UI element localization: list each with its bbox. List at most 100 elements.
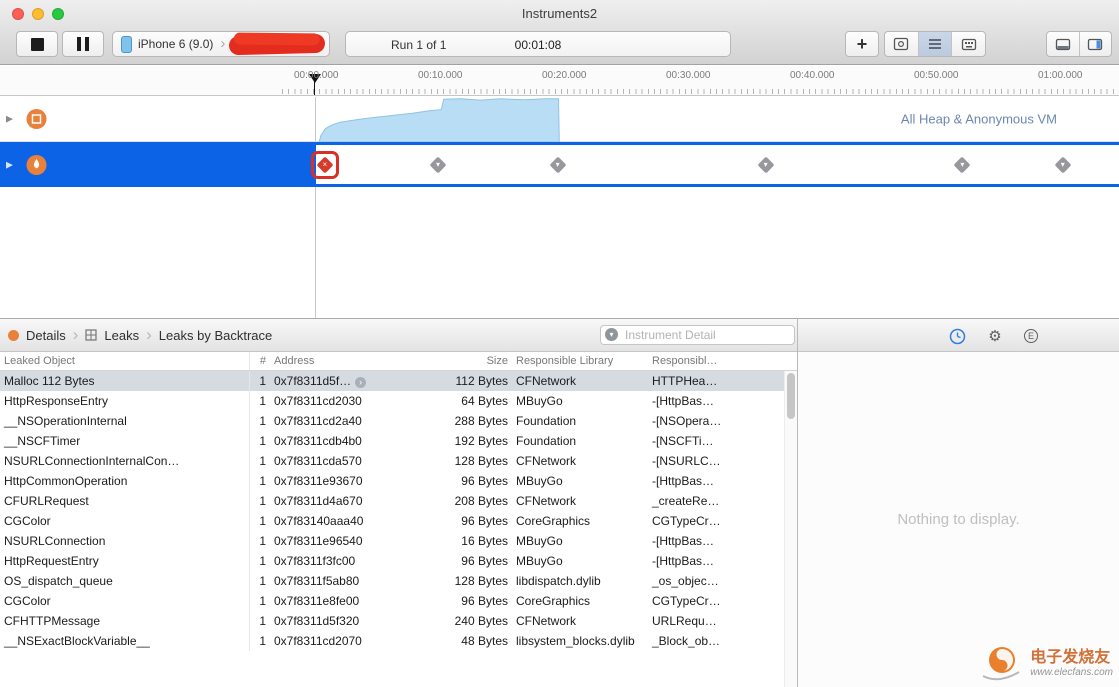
list-view-button[interactable]: [918, 32, 952, 56]
target-device-selector[interactable]: iPhone 6 (9.0) ›: [112, 31, 330, 57]
table-cell: Malloc 112 Bytes: [0, 371, 250, 391]
pause-button[interactable]: [62, 31, 104, 57]
table-cell: libsystem_blocks.dylib: [512, 631, 648, 651]
table-row[interactable]: CFHTTPMessage10x7f8311d5f320240 BytesCFN…: [0, 611, 797, 631]
table-row[interactable]: NSURLConnection10x7f8311e9654016 BytesMB…: [0, 531, 797, 551]
marker-glyph-icon: ▾: [551, 158, 565, 172]
table-cell: MBuyGo: [512, 471, 648, 491]
table-row[interactable]: CFURLRequest10x7f8311d4a670208 BytesCFNe…: [0, 491, 797, 511]
heap-graph: [316, 97, 1119, 142]
add-instrument-button[interactable]: +: [845, 31, 879, 57]
table-cell: _os_objec…: [648, 571, 797, 591]
table-cell: CFURLRequest: [0, 491, 250, 511]
column-header[interactable]: Responsibl…: [648, 352, 797, 370]
column-header[interactable]: #: [250, 352, 270, 370]
table-row[interactable]: NSURLConnectionInternalCon…10x7f8311cda5…: [0, 451, 797, 471]
table-cell: libdispatch.dylib: [512, 571, 648, 591]
timeline-ruler[interactable]: 00:00.00000:10.00000:20.00000:30.00000:4…: [0, 66, 1119, 96]
table-row[interactable]: CGColor10x7f8311e8fe0096 BytesCoreGraphi…: [0, 591, 797, 611]
toggle-right-pane-button[interactable]: [1079, 32, 1112, 56]
table-row[interactable]: __NSOperationInternal10x7f8311cd2a40288 …: [0, 411, 797, 431]
leak-check-marker[interactable]: ▾: [551, 158, 565, 172]
table-cell: 0x7f8311cd2070: [270, 631, 400, 651]
table-cell: CFHTTPMessage: [0, 611, 250, 631]
scrollbar-thumb[interactable]: [787, 373, 795, 419]
table-row[interactable]: Malloc 112 Bytes10x7f8311d5f…›112 BytesC…: [0, 371, 797, 391]
leak-check-marker[interactable]: ▾: [955, 158, 969, 172]
column-header[interactable]: Size: [400, 352, 512, 370]
detail-toolbar: Details › Leaks › Leaks by Backtrace ▾ ⚙…: [0, 318, 1119, 352]
list-view-icon: [928, 38, 942, 50]
jump-arrow-icon[interactable]: ›: [355, 377, 366, 388]
table-cell: 0x7f8311e96540: [270, 531, 400, 551]
table-row[interactable]: __NSExactBlockVariable__10x7f8311cd20704…: [0, 631, 797, 651]
table-row[interactable]: OS_dispatch_queue10x7f8311f5ab80128 Byte…: [0, 571, 797, 591]
column-header[interactable]: Address: [270, 352, 400, 370]
leak-check-marker[interactable]: ▾: [1056, 158, 1070, 172]
chevron-right-icon: ›: [220, 38, 225, 50]
leak-markers-layer: × ▾ ▾ ▾ ▾ ▾: [316, 145, 1119, 184]
table-cell: 1: [250, 611, 270, 631]
marker-glyph-icon: ▾: [431, 158, 445, 172]
breadcrumb-leaks[interactable]: Leaks: [104, 328, 139, 343]
table-cell: -[NSOpera…: [648, 411, 797, 431]
breadcrumb: Details › Leaks › Leaks by Backtrace: [8, 319, 272, 351]
stop-button[interactable]: [16, 31, 58, 57]
window-title: Instruments2: [0, 6, 1119, 21]
table-cell: -[HttpBas…: [648, 391, 797, 411]
vertical-scrollbar[interactable]: [784, 371, 797, 687]
empty-message: Nothing to display.: [897, 511, 1019, 528]
table-cell: URLRequ…: [648, 611, 797, 631]
breadcrumb-separator-icon: ›: [73, 328, 79, 342]
extended-detail-button[interactable]: E: [1020, 326, 1042, 346]
breadcrumb-separator-icon: ›: [146, 328, 152, 342]
table-cell: 240 Bytes: [400, 611, 512, 631]
gear-icon[interactable]: ⚙: [984, 326, 1006, 346]
bottom-pane-icon: [1055, 38, 1071, 51]
tracks-area: ▶ All Heap & Anonymous VM ▶ Leak Checks …: [0, 97, 1119, 318]
table-cell: 128 Bytes: [400, 451, 512, 471]
leak-check-marker[interactable]: ▾: [431, 158, 445, 172]
e-badge-icon: E: [1024, 329, 1038, 343]
table-cell: 0x7f8311cda570: [270, 451, 400, 471]
table-cell: 208 Bytes: [400, 491, 512, 511]
run-status-field: Run 1 of 1 00:01:08: [345, 31, 731, 57]
table-row[interactable]: __NSCFTimer10x7f8311cdb4b0192 BytesFound…: [0, 431, 797, 451]
strategy-view-button[interactable]: [885, 32, 918, 56]
clock-icon-button[interactable]: [946, 326, 968, 346]
table-cell: 0x7f8311e8fe00: [270, 591, 400, 611]
search-input[interactable]: [600, 325, 795, 345]
breadcrumb-leaks-by-backtrace[interactable]: Leaks by Backtrace: [159, 328, 272, 343]
column-header[interactable]: Responsible Library: [512, 352, 648, 370]
marker-glyph-icon: ▾: [1056, 158, 1070, 172]
table-row[interactable]: HttpResponseEntry10x7f8311cd203064 Bytes…: [0, 391, 797, 411]
table-cell: 1: [250, 531, 270, 551]
leak-check-marker[interactable]: ▾: [759, 158, 773, 172]
search-menu-icon[interactable]: ▾: [605, 328, 618, 341]
table-cell: 48 Bytes: [400, 631, 512, 651]
disclosure-triangle-icon[interactable]: ▶: [6, 159, 13, 170]
table-row[interactable]: HttpCommonOperation10x7f8311e9367096 Byt…: [0, 471, 797, 491]
table-cell: 1: [250, 551, 270, 571]
disclosure-triangle-icon[interactable]: ▶: [6, 114, 13, 125]
toggle-bottom-pane-button[interactable]: [1047, 32, 1079, 56]
table-cell: 288 Bytes: [400, 411, 512, 431]
track-row-heap[interactable]: ▶ All Heap & Anonymous VM: [0, 97, 1119, 142]
table-cell: __NSCFTimer: [0, 431, 250, 451]
table-cell: NSURLConnection: [0, 531, 250, 551]
table-cell: 96 Bytes: [400, 551, 512, 571]
breadcrumb-details[interactable]: Details: [26, 328, 66, 343]
console-view-button[interactable]: [951, 32, 985, 56]
table-row[interactable]: HttpRequestEntry10x7f8311f3fc0096 BytesM…: [0, 551, 797, 571]
redaction-scribble: [229, 34, 325, 56]
table-cell: 0x7f8311e93670: [270, 471, 400, 491]
table-row[interactable]: CGColor10x7f83140aaa4096 BytesCoreGraphi…: [0, 511, 797, 531]
device-label: iPhone 6 (9.0): [138, 37, 213, 51]
allocations-icon: [26, 109, 47, 130]
table-cell: 1: [250, 411, 270, 431]
table-cell: CoreGraphics: [512, 591, 648, 611]
column-header[interactable]: Leaked Object: [0, 352, 250, 370]
track-row-leak-checks[interactable]: ▶ Leak Checks ×▾▾▾▾▾: [0, 142, 1119, 187]
leak-found-marker[interactable]: ×: [318, 158, 332, 172]
table-cell: _createRe…: [648, 491, 797, 511]
